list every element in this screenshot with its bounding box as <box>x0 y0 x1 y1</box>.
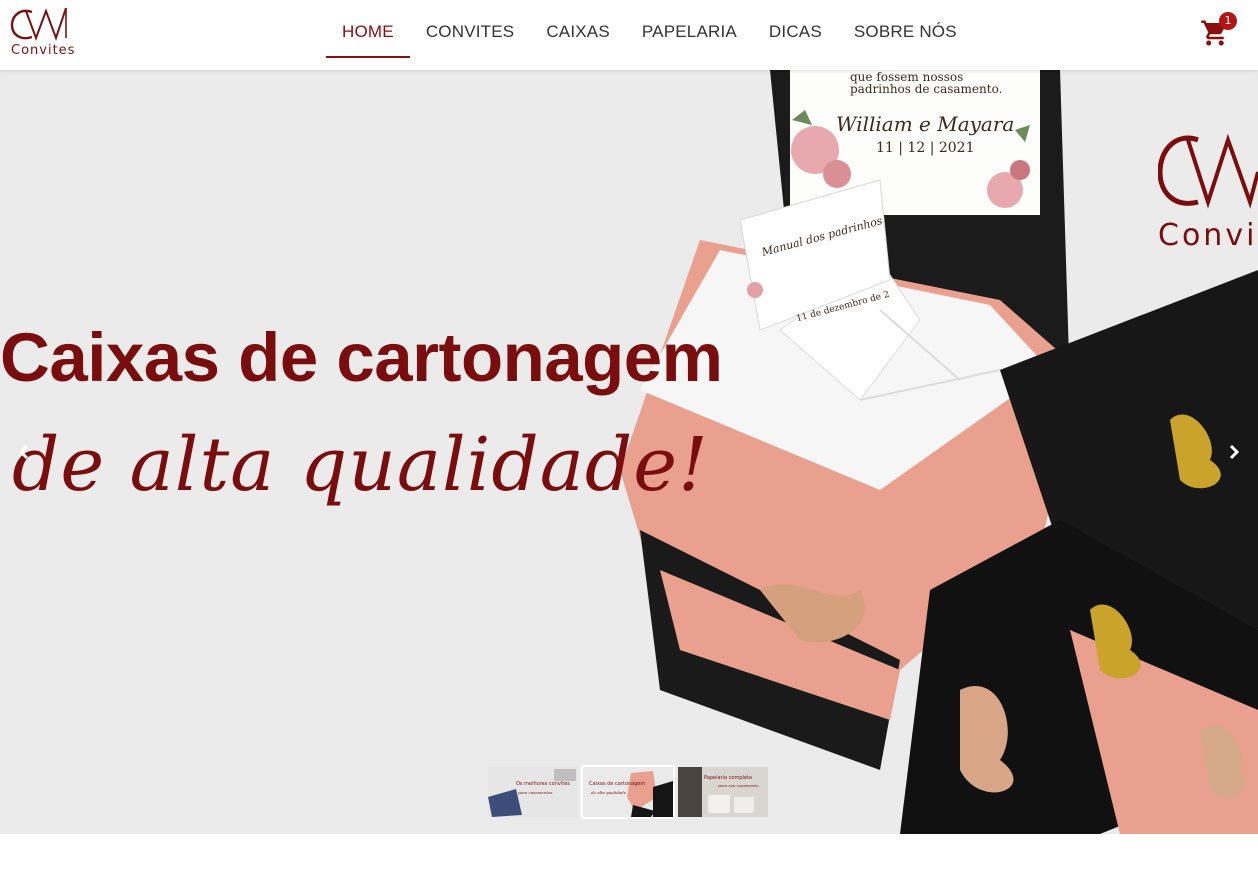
main-nav: HOME CONVITES CAIXAS PAPELARIA DICAS SOB… <box>326 0 973 70</box>
nav-caixas[interactable]: CAIXAS <box>530 0 626 58</box>
nav-papelaria[interactable]: PAPELARIA <box>626 0 753 58</box>
thumbnail-1-sub: para casamentos <box>518 790 553 795</box>
thumbnail-1-caption: Os melhores convites <box>516 781 570 787</box>
slider-next-button[interactable] <box>1222 440 1246 464</box>
nav-sobre-nos[interactable]: SOBRE NÓS <box>838 0 973 58</box>
brand-monogram-icon <box>1158 133 1258 209</box>
chevron-left-icon <box>18 444 29 460</box>
thumbnail-3-sub: para seu casamento <box>718 783 759 788</box>
logo-text: Convites <box>11 43 76 58</box>
logo-monogram-icon <box>10 7 67 42</box>
site-logo[interactable]: Convites <box>8 5 74 61</box>
cart-count-badge: 1 <box>1219 12 1237 30</box>
slider-prev-button[interactable] <box>12 440 36 464</box>
card-names: William e Mayara <box>836 112 1015 136</box>
card-date: 11 | 12 | 2021 <box>876 140 975 156</box>
site-header: Convites HOME CONVITES CAIXAS PAPELARIA … <box>0 0 1258 70</box>
thumbnail-2-sub: de alta qualidade <box>591 790 627 795</box>
cart-button[interactable]: 1 <box>1200 12 1237 48</box>
slider-thumbnails: Os melhores convites para casamentos Cai… <box>488 765 768 819</box>
nav-convites[interactable]: CONVITES <box>410 0 531 58</box>
card-text-line2: padrinhos de casamento. <box>850 82 1003 96</box>
chevron-right-icon <box>1229 444 1240 460</box>
thumbnail-3[interactable]: Papelaria completa para seu casamento <box>678 767 768 817</box>
thumbnail-2-caption: Caixas de cartonagem <box>589 781 646 787</box>
slide-script-subtitle: de alta qualidade! <box>12 422 709 508</box>
thumbnail-2[interactable]: Caixas de cartonagem de alta qualidade <box>581 765 675 819</box>
hero-slider: que fossem nossos padrinhos de casamento… <box>0 70 1258 834</box>
nav-home[interactable]: HOME <box>326 0 410 58</box>
thumbnail-1[interactable]: Os melhores convites para casamentos <box>488 767 578 817</box>
thumbnail-3-caption: Papelaria completa <box>704 775 752 781</box>
slide-title: Caixas de cartonagem <box>0 319 723 396</box>
brand-text: Convit <box>1158 218 1258 253</box>
nav-dicas[interactable]: DICAS <box>753 0 838 58</box>
